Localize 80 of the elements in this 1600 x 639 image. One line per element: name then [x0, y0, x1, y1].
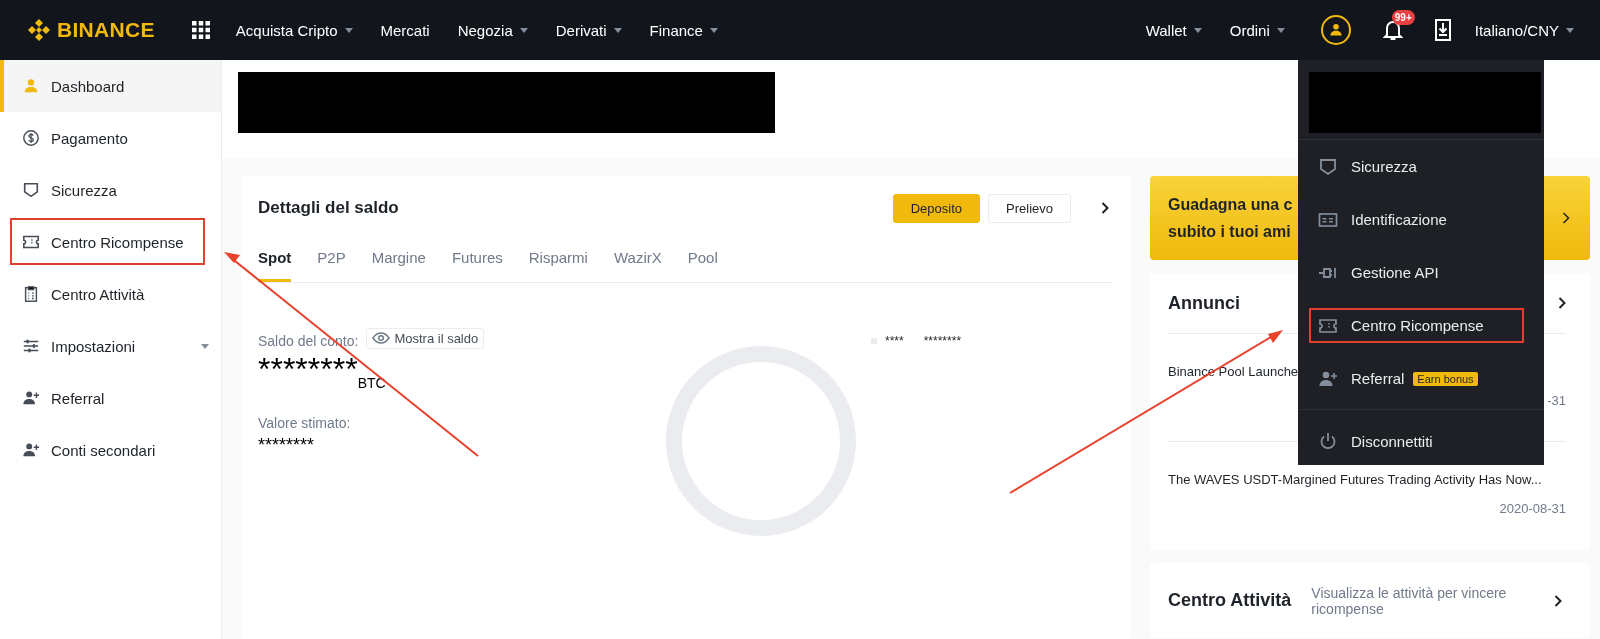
- nav-link[interactable]: Wallet: [1145, 21, 1202, 39]
- announcement-date: -31: [1546, 393, 1566, 408]
- show-balance-button[interactable]: Mostra il saldo: [366, 327, 485, 349]
- nav-link[interactable]: Mercati: [380, 21, 430, 39]
- diamond-logo-icon: [27, 18, 51, 42]
- caret-icon: [1566, 27, 1574, 33]
- announcement-date: 2020-08-31: [1498, 501, 1566, 516]
- menu-item[interactable]: Disconnettiti: [1298, 409, 1544, 472]
- notification-badge: 99+: [1391, 10, 1415, 25]
- sidebar-item[interactable]: Dashboard: [0, 60, 221, 112]
- banner-text: subito i tuoi ami: [1168, 222, 1291, 242]
- caret-icon: [1276, 27, 1285, 33]
- balance-tab[interactable]: WazirX: [613, 240, 662, 282]
- announcement-link[interactable]: The WAVES USDT-Margined Futures Trading Activity Has Now...: [1168, 472, 1566, 487]
- shield-icon: [1318, 156, 1338, 177]
- logo[interactable]: BINANCE: [27, 18, 155, 42]
- caret-icon: [519, 27, 528, 33]
- deposit-button[interactable]: Deposito: [892, 193, 981, 223]
- balance-tab[interactable]: P2P: [317, 240, 346, 282]
- chevron-right-icon[interactable]: [1101, 202, 1109, 214]
- shield-icon: [22, 181, 40, 199]
- estimated-value-label: Valore stimato:: [258, 415, 352, 431]
- caret-icon: [613, 27, 622, 33]
- menu-item[interactable]: Identificazione: [1298, 193, 1544, 246]
- activity-card[interactable]: Centro Attività Visualizza le attività per vincere ricompense: [1150, 563, 1590, 638]
- balance-tab[interactable]: Margine: [371, 240, 426, 282]
- card-title: Centro Attività: [1168, 590, 1292, 611]
- menu-item[interactable]: Referral Earn bonus: [1298, 352, 1544, 405]
- dollar-coin-icon: [22, 129, 40, 147]
- sidebar-item[interactable]: Centro Attività: [0, 268, 221, 320]
- balance-tab[interactable]: Futures: [451, 240, 503, 282]
- legend-value: ********: [923, 334, 962, 348]
- chevron-right-icon[interactable]: [1554, 594, 1562, 607]
- nav-link[interactable]: Finance: [649, 21, 718, 39]
- sidebar-item[interactable]: Pagamento: [0, 112, 221, 164]
- ticket-icon: [22, 233, 40, 251]
- menu-item[interactable]: Sicurezza: [1298, 140, 1544, 193]
- withdraw-button[interactable]: Prelievo: [988, 193, 1071, 223]
- balance-value: ********: [258, 353, 358, 385]
- card-description: Visualizza le attività per vincere ricompense: [1311, 584, 1508, 617]
- person-icon: [22, 77, 40, 95]
- language-selector[interactable]: Italiano/CNY: [1474, 21, 1574, 39]
- add-person-icon: [22, 389, 40, 407]
- person-icon: [1327, 22, 1344, 38]
- nav-link[interactable]: Negozia: [457, 21, 528, 39]
- chevron-right-icon[interactable]: [1562, 212, 1570, 224]
- balance-tab[interactable]: Pool: [687, 240, 718, 282]
- add-person-icon: [22, 441, 40, 459]
- clipboard-icon: [22, 285, 40, 303]
- sidebar-item[interactable]: Sicurezza: [0, 164, 221, 216]
- sliders-icon: [22, 337, 40, 355]
- earn-bonus-badge: Earn bonus: [1413, 371, 1478, 386]
- eye-icon: [372, 332, 391, 344]
- balance-tab[interactable]: Risparmi: [528, 240, 588, 282]
- menu-item[interactable]: Gestione API: [1298, 246, 1544, 299]
- caret-icon: [1193, 27, 1202, 33]
- avatar-button[interactable]: [1320, 15, 1351, 45]
- sidebar-item[interactable]: Impostazioni: [0, 320, 221, 372]
- sidebar-item[interactable]: Referral: [0, 372, 221, 424]
- nav-link[interactable]: Ordini: [1229, 21, 1285, 39]
- sidebar-item[interactable]: Centro Ricompense: [0, 216, 221, 268]
- nav-link[interactable]: Acquista Cripto: [235, 21, 353, 39]
- chevron-right-icon[interactable]: [1558, 297, 1566, 309]
- nav-link[interactable]: Derivati: [555, 21, 622, 39]
- currency-label: BTC: [357, 375, 386, 391]
- legend-label: ****: [885, 334, 904, 348]
- power-icon: [1318, 431, 1338, 451]
- estimated-value: ********: [258, 435, 316, 456]
- sidebar-item[interactable]: Conti secondari: [0, 424, 221, 476]
- app-grid-icon[interactable]: [191, 21, 210, 39]
- balance-tab[interactable]: Spot: [258, 240, 292, 282]
- card-title: Annunci: [1168, 292, 1241, 314]
- menu-item[interactable]: Centro Ricompense: [1298, 299, 1544, 352]
- bell-icon[interactable]: [1382, 19, 1403, 41]
- caret-icon: [201, 343, 209, 349]
- download-icon[interactable]: [1434, 19, 1451, 41]
- caret-icon: [344, 27, 353, 33]
- caret-icon: [709, 27, 718, 33]
- banner-text: Guadagna una c: [1168, 195, 1293, 215]
- card-title: Dettagli del saldo: [258, 198, 400, 218]
